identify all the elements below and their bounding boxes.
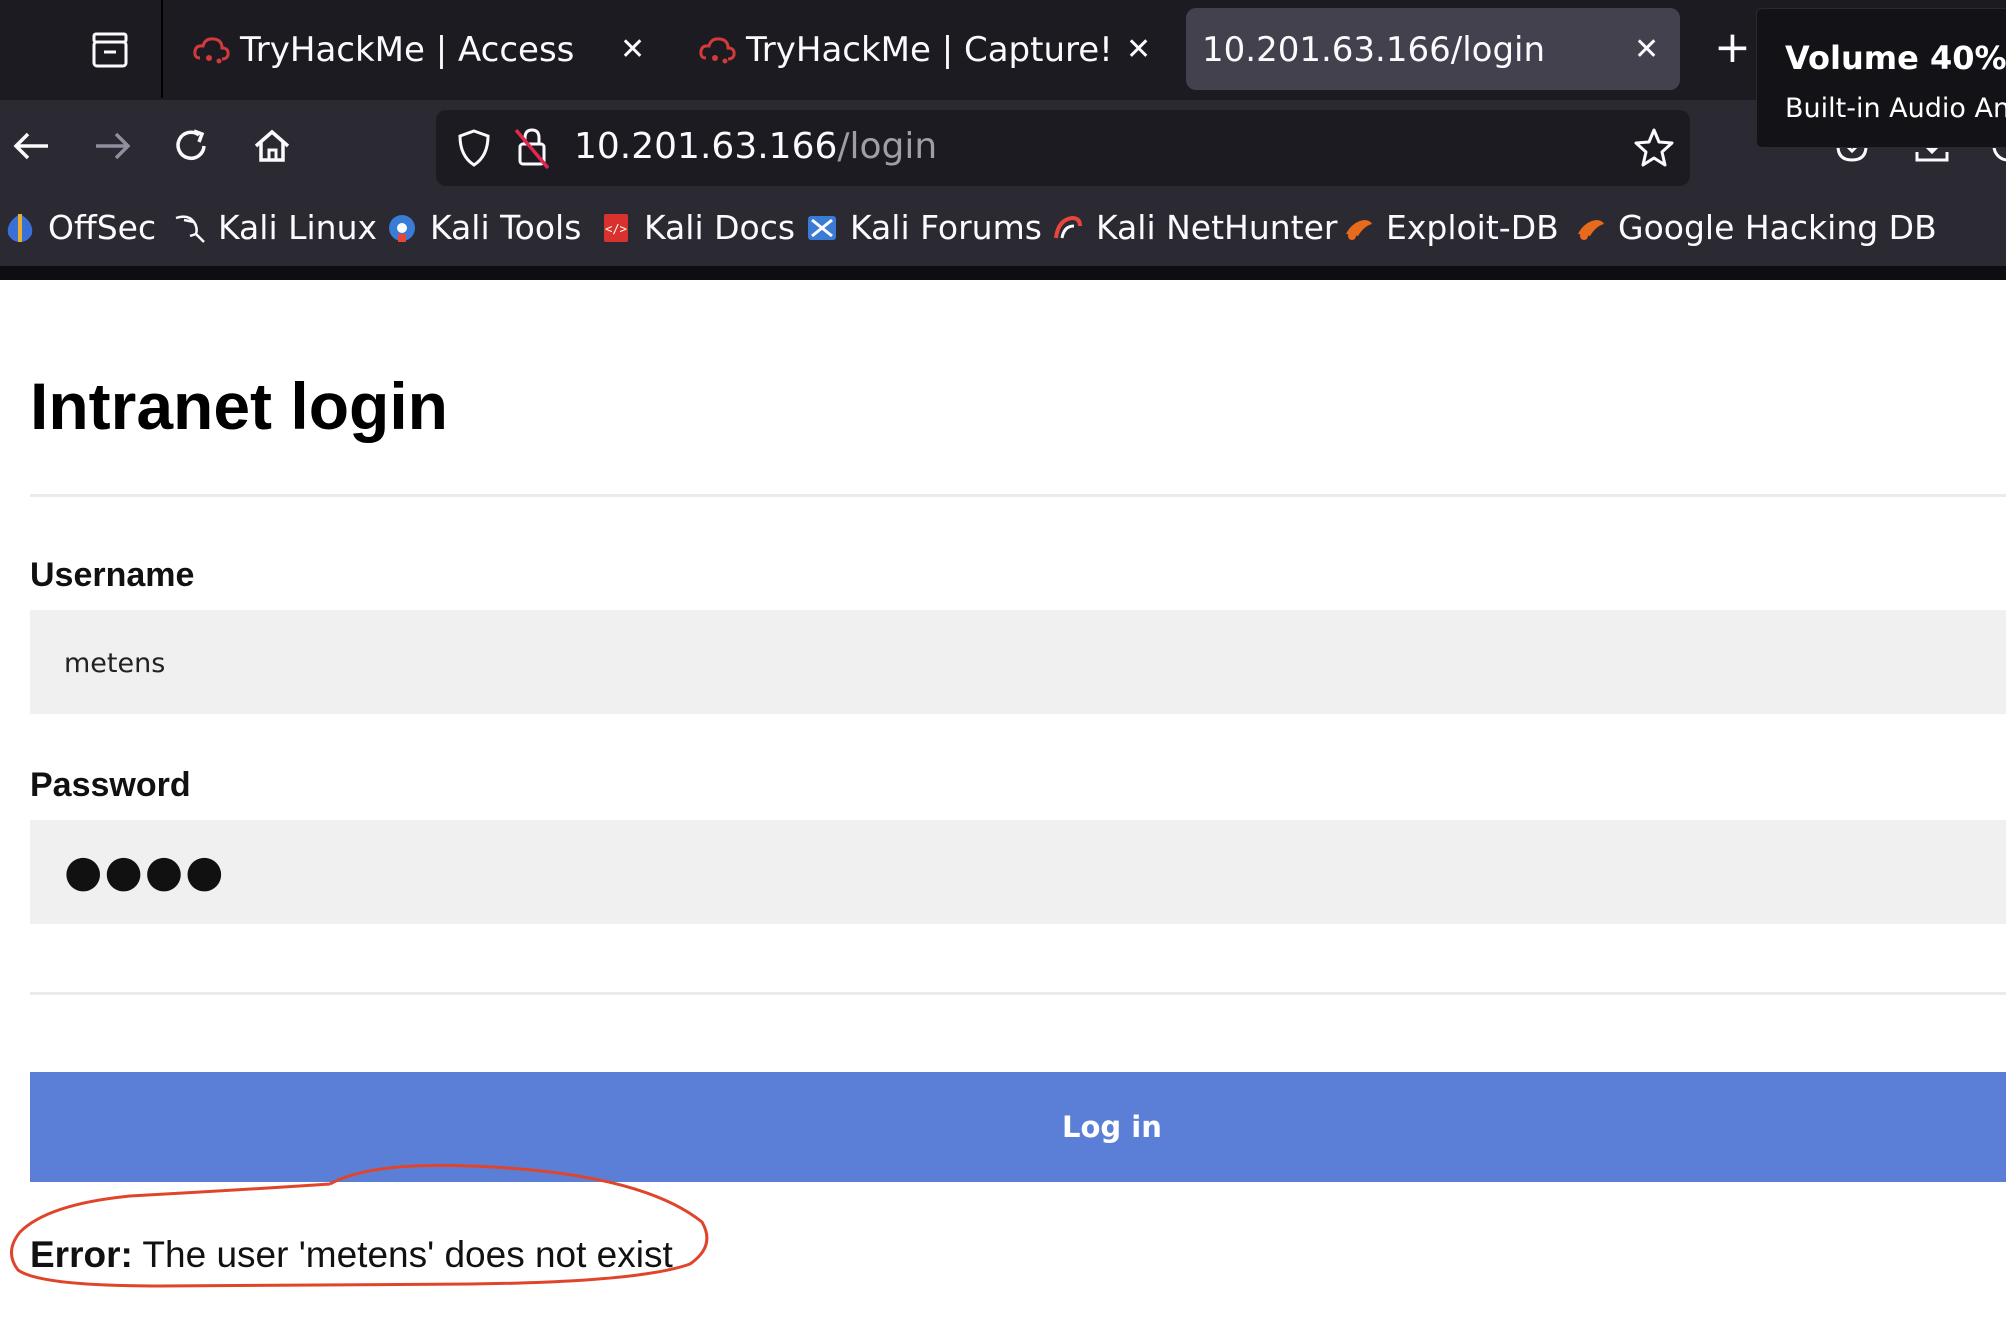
- close-tab-icon[interactable]: ✕: [1634, 32, 1659, 67]
- bookmark-kali-nethunter[interactable]: Kali NetHunter: [1052, 208, 1338, 252]
- bookmark-google-hacking-db[interactable]: Google Hacking DB: [1574, 208, 1937, 252]
- password-value: ●●●●: [64, 846, 226, 897]
- bookmark-exploit-db[interactable]: Exploit-DB: [1342, 208, 1559, 252]
- tab-title: 10.201.63.166/login: [1202, 30, 1546, 70]
- bookmark-label: Google Hacking DB: [1618, 208, 1937, 247]
- kali-forums-icon: [806, 212, 838, 244]
- tryhackme-icon: [192, 34, 232, 66]
- bookmark-label: Kali Forums: [850, 208, 1042, 247]
- volume-device: Built-in Audio Ana: [1785, 93, 2006, 124]
- red-annotation-circle: [10, 1163, 709, 1288]
- divider: [30, 992, 2006, 995]
- bookmark-kali-forums[interactable]: Kali Forums: [806, 208, 1042, 252]
- bookmarks-toolbar: OffSec Kali Linux Kali Tools </> Kali Doc…: [0, 196, 2006, 266]
- kali-tools-icon: [386, 212, 418, 244]
- ghdb-icon: [1574, 212, 1606, 244]
- password-field[interactable]: ●●●●: [30, 820, 2006, 924]
- home-icon[interactable]: [252, 122, 292, 170]
- back-arrow-icon[interactable]: [12, 122, 52, 170]
- tab-separator: [161, 0, 163, 98]
- reload-icon[interactable]: [172, 122, 212, 170]
- kali-dragon-icon: [174, 212, 206, 244]
- bookmark-label: Kali Tools: [430, 208, 582, 247]
- exploit-db-icon: [1342, 212, 1374, 244]
- navigation-toolbar: 10.201.63.166/login: [0, 100, 2006, 196]
- bookmark-label: Kali NetHunter: [1096, 208, 1338, 247]
- kali-nethunter-icon: [1052, 212, 1084, 244]
- volume-notification: Volume 40% Built-in Audio Ana: [1756, 8, 2006, 148]
- svg-text:</>: </>: [605, 222, 627, 236]
- tab-title: TryHackMe | Access: [240, 30, 575, 70]
- page-title: Intranet login: [30, 369, 448, 443]
- offsec-icon: [4, 212, 36, 244]
- forward-arrow-icon[interactable]: [92, 122, 132, 170]
- bookmark-kali-linux[interactable]: Kali Linux: [174, 208, 377, 252]
- page-content: Intranet login Username metens Password …: [0, 280, 2006, 1330]
- tab-list-icon[interactable]: [88, 30, 132, 70]
- username-field[interactable]: metens: [30, 610, 2006, 714]
- address-bar[interactable]: 10.201.63.166/login: [436, 110, 1690, 186]
- volume-title: Volume 40%: [1785, 39, 2006, 77]
- bookmark-label: Kali Linux: [218, 208, 378, 247]
- tab-tryhackme-access[interactable]: TryHackMe | Access ✕: [170, 8, 660, 90]
- tab-tryhackme-capture[interactable]: TryHackMe | Capture! ✕: [676, 8, 1166, 90]
- bookmark-label: Kali Docs: [644, 208, 796, 247]
- bookmark-label: OffSec: [48, 208, 157, 247]
- password-label: Password: [30, 766, 191, 804]
- bookmark-star-icon[interactable]: [1632, 126, 1676, 170]
- bookmark-kali-docs[interactable]: </> Kali Docs: [600, 208, 795, 252]
- bookmark-label: Exploit-DB: [1386, 208, 1559, 247]
- close-tab-icon[interactable]: ✕: [1126, 32, 1151, 67]
- username-label: Username: [30, 556, 195, 594]
- url-path: /login: [837, 126, 938, 167]
- close-tab-icon[interactable]: ✕: [620, 32, 645, 67]
- new-tab-button[interactable]: +: [1714, 26, 1751, 70]
- bookmark-offsec[interactable]: OffSec: [4, 208, 156, 252]
- tab-bar: TryHackMe | Access ✕ TryHackMe | Capture…: [0, 0, 2006, 100]
- tab-login-active[interactable]: 10.201.63.166/login ✕: [1186, 8, 1680, 90]
- shield-icon[interactable]: [454, 126, 494, 170]
- tab-title: TryHackMe | Capture!: [746, 30, 1113, 70]
- url-host: 10.201.63.166: [574, 126, 838, 167]
- tryhackme-icon: [698, 34, 738, 66]
- url-text[interactable]: 10.201.63.166/login: [574, 126, 937, 167]
- login-button-label: Log in: [1062, 1110, 1162, 1144]
- insecure-lock-icon[interactable]: [512, 124, 552, 172]
- kali-docs-icon: </>: [600, 212, 632, 244]
- toolbar-bottom-border: [0, 266, 2006, 280]
- bookmark-kali-tools[interactable]: Kali Tools: [386, 208, 581, 252]
- divider: [30, 494, 2006, 497]
- username-value: metens: [64, 648, 166, 679]
